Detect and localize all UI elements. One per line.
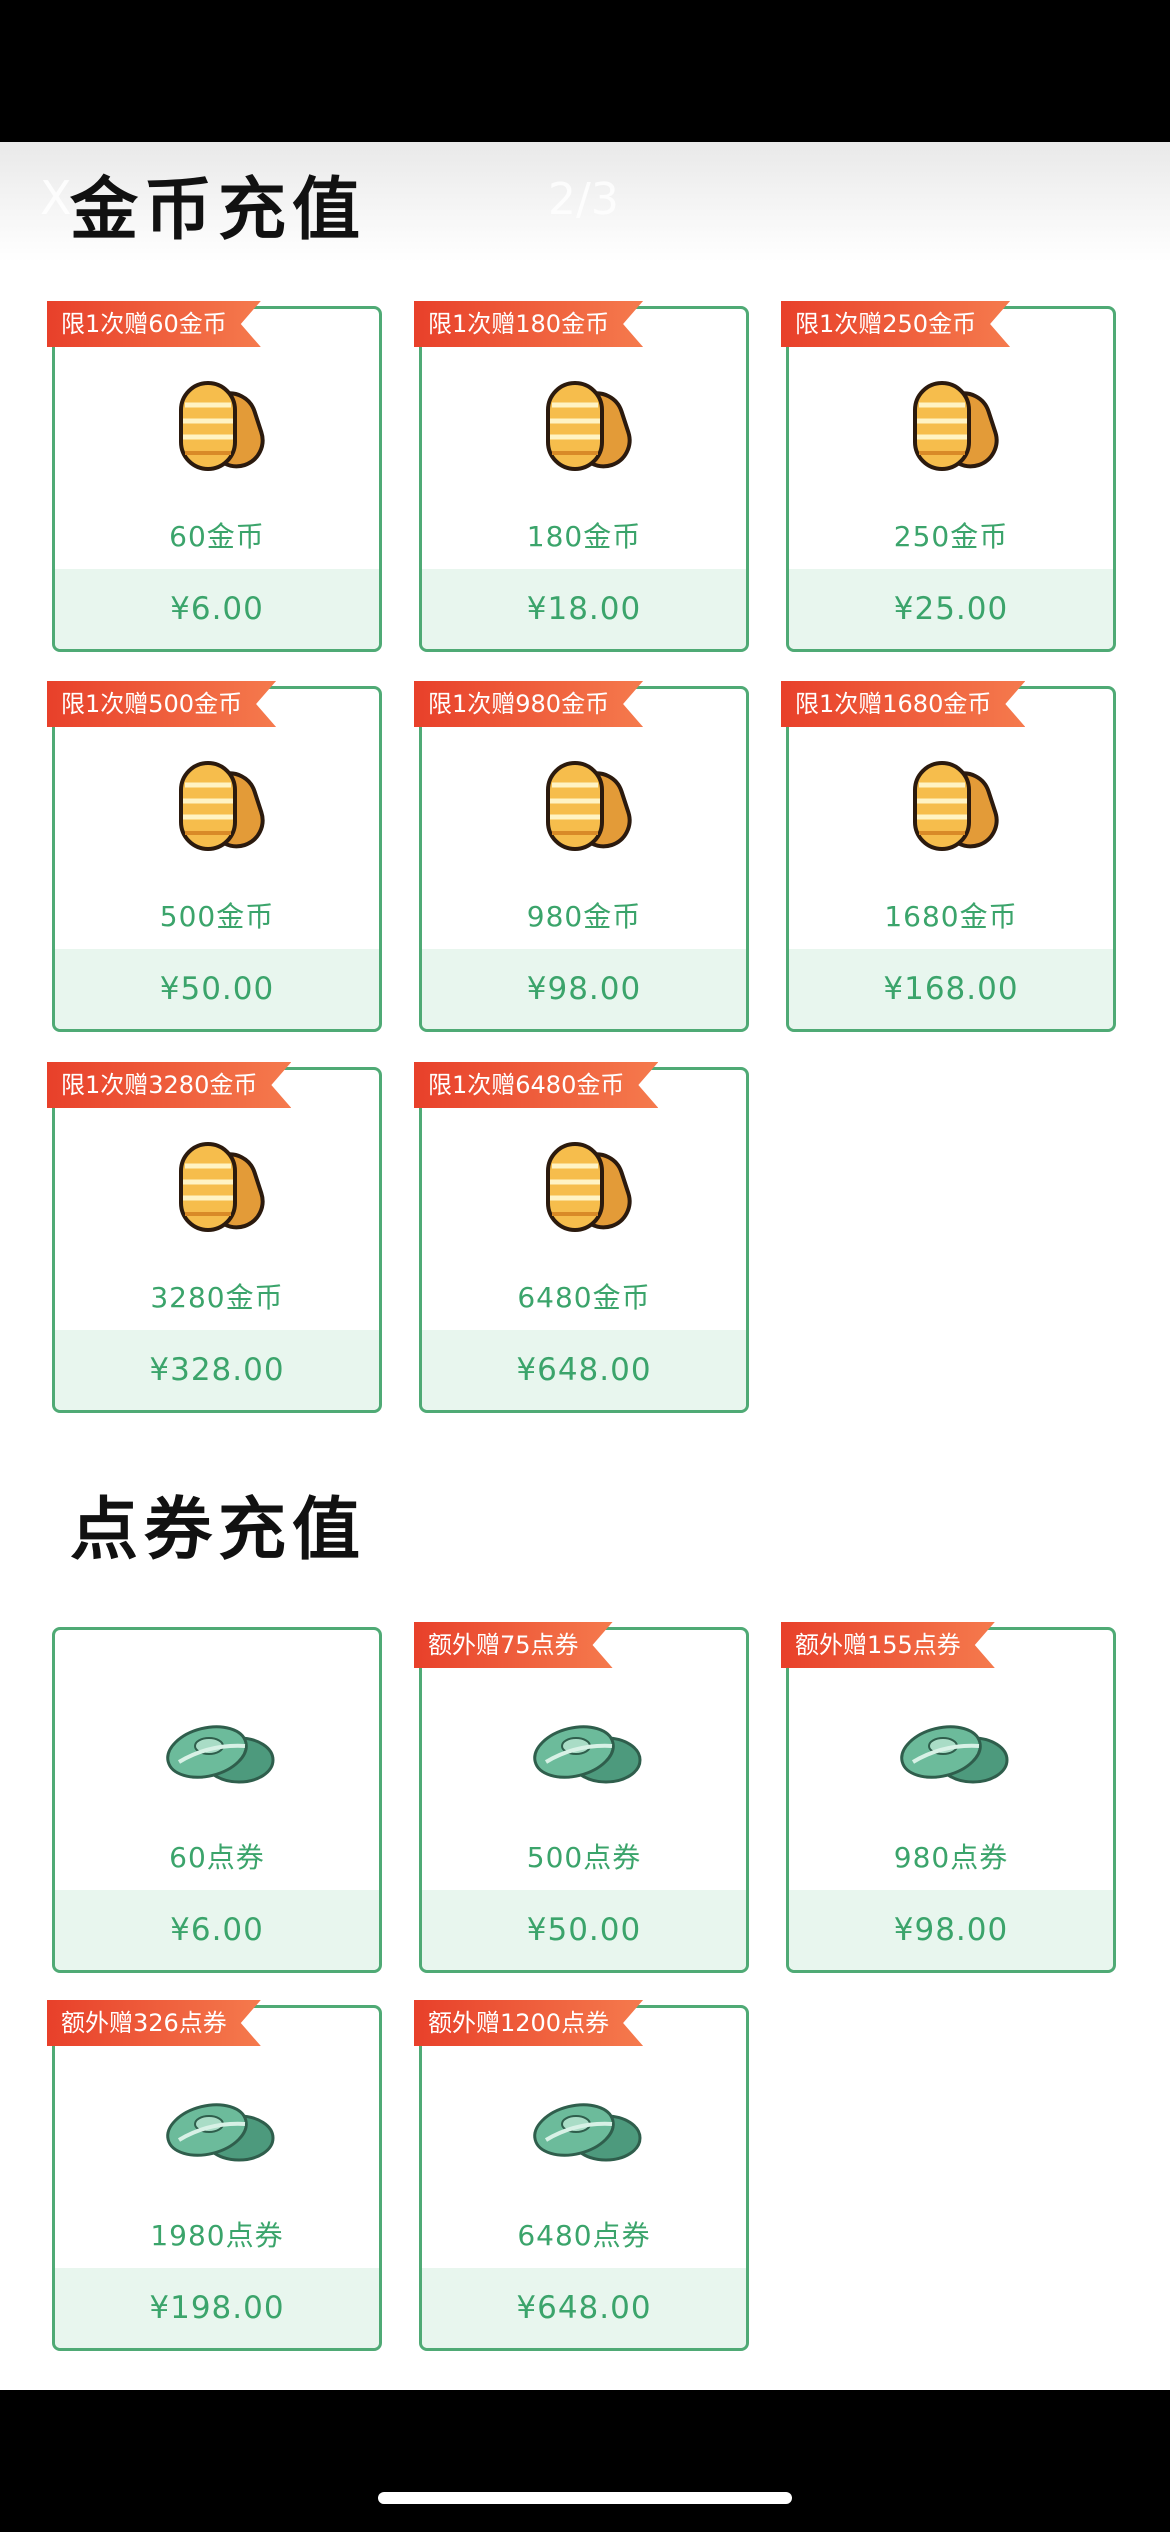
coin-package-card[interactable]: 60金币 ¥6.00 限1次赠60金币 bbox=[52, 306, 382, 652]
coin-price-label: ¥25.00 bbox=[789, 569, 1113, 649]
gold-coin-icon bbox=[526, 365, 646, 485]
voucher-package-card[interactable]: 980点券 ¥98.00 额外赠155点券 bbox=[786, 1627, 1116, 1973]
coin-package-card[interactable]: 250金币 ¥25.00 限1次赠250金币 bbox=[786, 306, 1116, 652]
jade-voucher-icon bbox=[893, 1686, 1013, 1806]
voucher-price-label: ¥50.00 bbox=[422, 1890, 746, 1970]
coin-bonus-badge: 限1次赠6480金币 bbox=[414, 1062, 658, 1108]
coin-package-card[interactable]: 6480金币 ¥648.00 限1次赠6480金币 bbox=[419, 1067, 749, 1413]
voucher-amount-label: 500点券 bbox=[526, 1841, 642, 1874]
coin-price-label: ¥98.00 bbox=[422, 949, 746, 1029]
voucher-price-label: ¥198.00 bbox=[55, 2268, 379, 2348]
coin-amount-label: 980金币 bbox=[526, 900, 642, 933]
voucher-price-label: ¥648.00 bbox=[422, 2268, 746, 2348]
coin-package-card[interactable]: 1680金币 ¥168.00 限1次赠1680金币 bbox=[786, 686, 1116, 1032]
gold-coin-icon bbox=[526, 1126, 646, 1246]
voucher-package-card[interactable]: 500点券 ¥50.00 额外赠75点券 bbox=[419, 1627, 749, 1973]
home-indicator bbox=[378, 2492, 792, 2504]
coin-bonus-badge: 限1次赠500金币 bbox=[47, 681, 276, 727]
voucher-package-card[interactable]: 60点券 ¥6.00 bbox=[52, 1627, 382, 1973]
coin-bonus-badge: 限1次赠60金币 bbox=[47, 301, 261, 347]
voucher-price-label: ¥6.00 bbox=[55, 1890, 379, 1970]
jade-voucher-icon bbox=[526, 2064, 646, 2184]
gold-coin-icon bbox=[893, 365, 1013, 485]
coin-price-label: ¥50.00 bbox=[55, 949, 379, 1029]
coin-amount-label: 180金币 bbox=[526, 520, 642, 553]
voucher-amount-label: 60点券 bbox=[169, 1841, 265, 1874]
coin-bonus-badge: 限1次赠1680金币 bbox=[781, 681, 1025, 727]
jade-voucher-icon bbox=[159, 1686, 279, 1806]
gold-coin-icon bbox=[159, 1126, 279, 1246]
coin-amount-label: 500金币 bbox=[159, 900, 275, 933]
voucher-bonus-badge: 额外赠155点券 bbox=[781, 1622, 995, 1668]
jade-voucher-icon bbox=[159, 2064, 279, 2184]
vouchers-section-title: 点券充值 bbox=[70, 1490, 367, 1570]
gold-coin-icon bbox=[893, 745, 1013, 865]
coin-package-card[interactable]: 180金币 ¥18.00 限1次赠180金币 bbox=[419, 306, 749, 652]
voucher-package-card[interactable]: 1980点券 ¥198.00 额外赠326点券 bbox=[52, 2005, 382, 2351]
voucher-package-card[interactable]: 6480点券 ¥648.00 额外赠1200点券 bbox=[419, 2005, 749, 2351]
coin-amount-label: 6480金币 bbox=[517, 1281, 651, 1314]
coin-price-label: ¥648.00 bbox=[422, 1330, 746, 1410]
voucher-bonus-badge: 额外赠326点券 bbox=[47, 2000, 261, 2046]
jade-voucher-icon bbox=[526, 1686, 646, 1806]
voucher-bonus-badge: 额外赠75点券 bbox=[414, 1622, 613, 1668]
voucher-amount-label: 6480点券 bbox=[517, 2219, 651, 2252]
gold-coin-icon bbox=[159, 365, 279, 485]
voucher-bonus-badge: 额外赠1200点券 bbox=[414, 2000, 643, 2046]
coin-package-card[interactable]: 3280金币 ¥328.00 限1次赠3280金币 bbox=[52, 1067, 382, 1413]
coin-price-label: ¥18.00 bbox=[422, 569, 746, 649]
voucher-amount-label: 980点券 bbox=[893, 1841, 1009, 1874]
image-counter: 2/3 bbox=[548, 174, 619, 225]
gold-coin-icon bbox=[159, 745, 279, 865]
coin-price-label: ¥328.00 bbox=[55, 1330, 379, 1410]
coin-package-card[interactable]: 980金币 ¥98.00 限1次赠980金币 bbox=[419, 686, 749, 1032]
close-icon[interactable]: X bbox=[40, 175, 72, 221]
coin-amount-label: 250金币 bbox=[893, 520, 1009, 553]
coin-package-card[interactable]: 500金币 ¥50.00 限1次赠500金币 bbox=[52, 686, 382, 1032]
gold-coin-icon bbox=[526, 745, 646, 865]
voucher-amount-label: 1980点券 bbox=[150, 2219, 284, 2252]
voucher-price-label: ¥98.00 bbox=[789, 1890, 1113, 1970]
coin-bonus-badge: 限1次赠250金币 bbox=[781, 301, 1010, 347]
coin-bonus-badge: 限1次赠3280金币 bbox=[47, 1062, 291, 1108]
coin-amount-label: 3280金币 bbox=[150, 1281, 284, 1314]
coin-price-label: ¥6.00 bbox=[55, 569, 379, 649]
coin-bonus-badge: 限1次赠180金币 bbox=[414, 301, 643, 347]
coin-bonus-badge: 限1次赠980金币 bbox=[414, 681, 643, 727]
coin-amount-label: 60金币 bbox=[169, 520, 265, 553]
coin-amount-label: 1680金币 bbox=[884, 900, 1018, 933]
coin-price-label: ¥168.00 bbox=[789, 949, 1113, 1029]
coins-section-title: 金币充值 bbox=[70, 170, 367, 250]
